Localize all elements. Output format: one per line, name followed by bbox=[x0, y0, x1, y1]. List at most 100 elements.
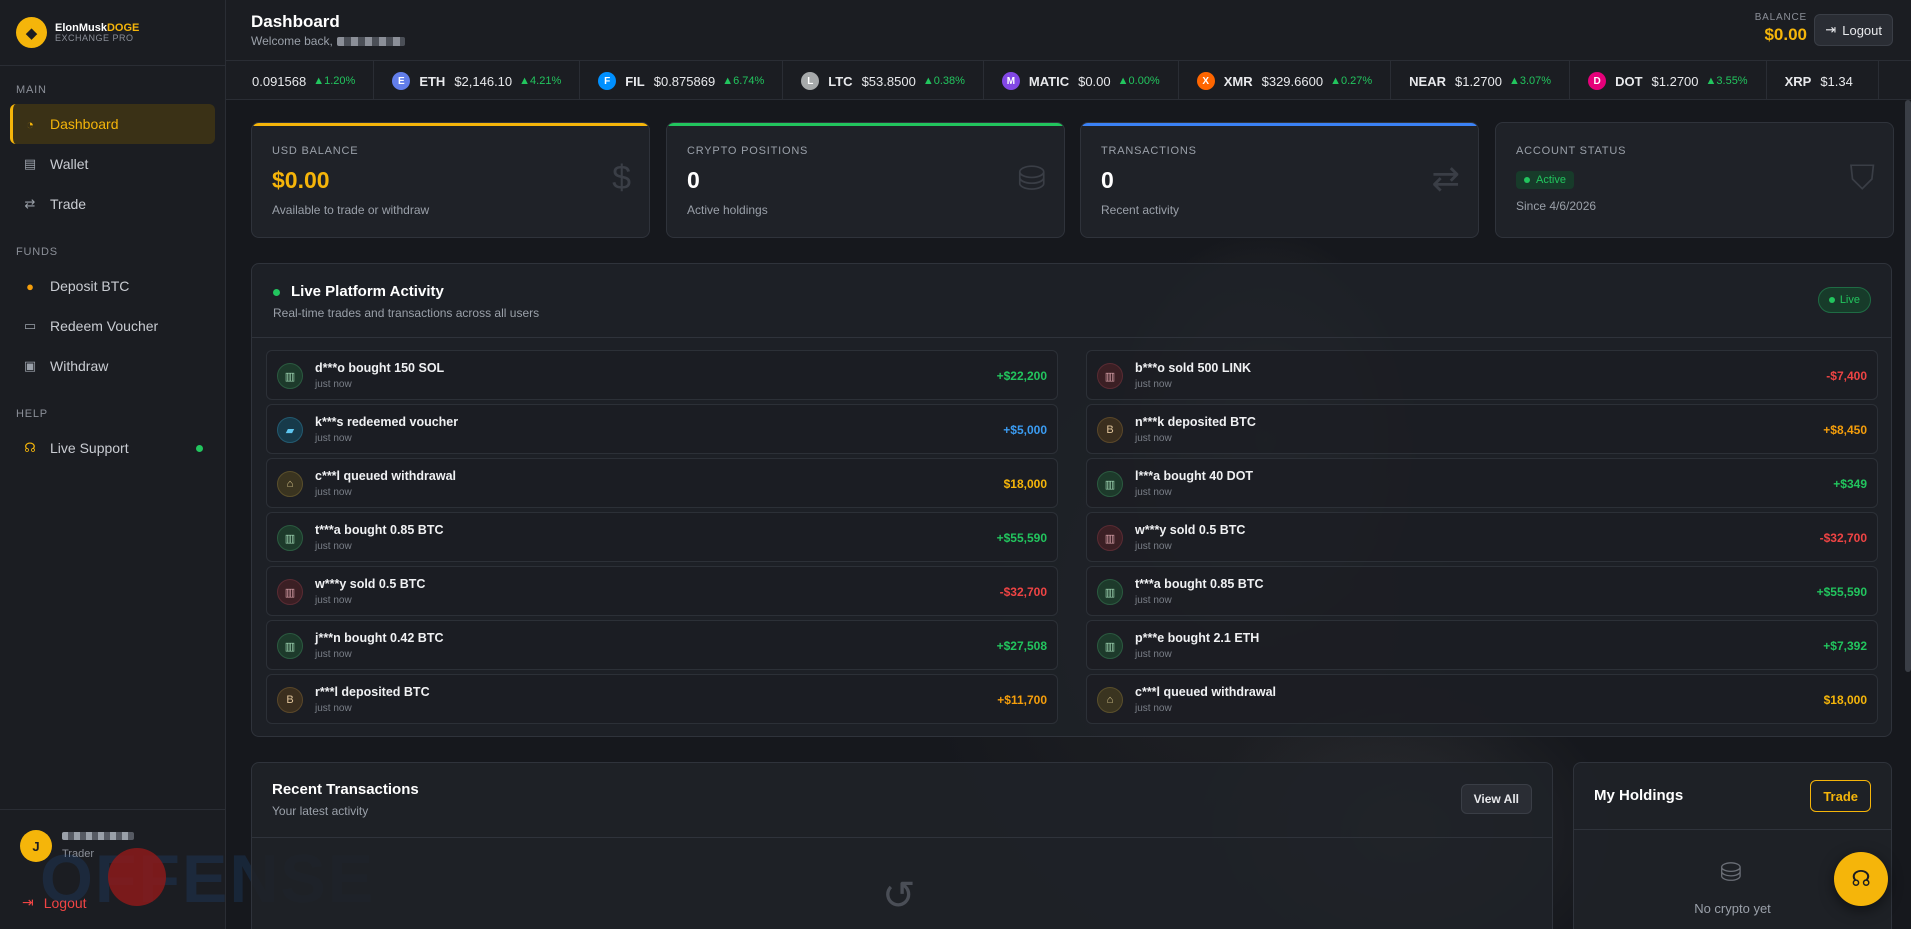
nav-section-title: MAIN bbox=[16, 84, 47, 96]
ticker-price: $1.2700 bbox=[1454, 73, 1502, 89]
ticker-change: ▲3.07% bbox=[1508, 75, 1552, 87]
stat-value: $0.00 bbox=[272, 167, 330, 193]
activity-amount: +$55,590 bbox=[996, 531, 1047, 545]
online-indicator bbox=[196, 444, 203, 452]
activity-amount: -$7,400 bbox=[1826, 369, 1867, 383]
ticker-price: $0.00 bbox=[1078, 73, 1111, 89]
logout-icon: ⇥ bbox=[1825, 22, 1837, 37]
live-activity-panel: Live Platform Activity Real-time trades … bbox=[251, 263, 1892, 737]
activity-row: ⌂ c***l queued withdrawal just now $18,000 bbox=[266, 458, 1058, 508]
ticker-symbol: LTC bbox=[828, 73, 853, 89]
ticker-price: $1.34 bbox=[1820, 73, 1853, 89]
buy-icon: ▥ bbox=[277, 363, 303, 389]
sidebar-item-trade[interactable]: ⇄ Trade bbox=[10, 184, 215, 224]
buy-icon: ▥ bbox=[277, 633, 303, 659]
activity-text: j***n bought 0.42 BTC bbox=[315, 631, 444, 645]
ticker-change: ▲1.20% bbox=[313, 75, 356, 87]
trade-button[interactable]: Trade bbox=[1810, 780, 1871, 812]
ticker-symbol: XMR bbox=[1223, 73, 1253, 89]
activity-text: c***l queued withdrawal bbox=[1135, 685, 1277, 699]
stat-value: 0 bbox=[687, 167, 700, 193]
withdraw-icon: ⌂ bbox=[277, 471, 303, 497]
sidebar-item-label: Deposit BTC bbox=[50, 278, 130, 294]
buy-icon: ▥ bbox=[1097, 579, 1123, 605]
coin-icon: M bbox=[1001, 72, 1020, 90]
sidebar-item-deposit-btc[interactable]: ● Deposit BTC bbox=[10, 266, 215, 306]
buy-icon: ▥ bbox=[1097, 633, 1123, 659]
balance-label: BALANCE bbox=[1754, 12, 1807, 23]
activity-text: w***y sold 0.5 BTC bbox=[1135, 523, 1246, 537]
ticker-change: ▲0.00% bbox=[1117, 75, 1160, 87]
activity-text: n***k deposited BTC bbox=[1135, 415, 1256, 429]
activity-time: just now bbox=[1135, 541, 1172, 552]
activity-time: just now bbox=[315, 487, 352, 498]
activity-row: ▥ w***y sold 0.5 BTC just now -$32,700 bbox=[1086, 512, 1878, 562]
activity-time: just now bbox=[315, 541, 352, 552]
activity-amount: $18,000 bbox=[1823, 693, 1867, 707]
voucher-icon: ▭ bbox=[23, 318, 37, 333]
ticker-track: 0.091568 ▲1.20% E ETH $2,146.10 ▲4.21% F FIL $0.… bbox=[234, 61, 1879, 99]
activity-row: ▥ t***a bought 0.85 BTC just now +$55,590 bbox=[1086, 566, 1878, 616]
ticker-symbol: FIL bbox=[625, 73, 645, 89]
sidebar-item-withdraw[interactable]: ▣ Withdraw bbox=[10, 346, 215, 386]
activity-amount: +$8,450 bbox=[1823, 423, 1867, 437]
my-holdings-panel: My Holdings Trade ⛁ No crypto yet bbox=[1573, 762, 1892, 929]
activity-time: just now bbox=[1135, 487, 1172, 498]
activity-text: c***l queued withdrawal bbox=[315, 469, 457, 483]
sidebar-logout-link[interactable]: ⇥ Logout bbox=[22, 894, 87, 911]
activity-time: just now bbox=[315, 379, 352, 390]
buy-icon: ▥ bbox=[1097, 471, 1123, 497]
balance-value: $0.00 bbox=[1764, 25, 1807, 44]
activity-amount: +$5,000 bbox=[1003, 423, 1047, 437]
empty-holdings-text: No crypto yet bbox=[1694, 901, 1771, 916]
trade-arrows-icon: ⇄ bbox=[24, 196, 36, 211]
ticker-item: NEAR $1.2700 ▲3.07% bbox=[1391, 61, 1571, 99]
ticker-item: F FIL $0.875869 ▲6.74% bbox=[580, 61, 784, 99]
status-since: Since 4/6/2026 bbox=[1516, 199, 1597, 213]
activity-amount: $18,000 bbox=[1003, 477, 1047, 491]
sidebar-item-wallet[interactable]: ▤ Wallet bbox=[10, 144, 215, 184]
sidebar-item-redeem-voucher[interactable]: ▭ Redeem Voucher bbox=[10, 306, 215, 346]
withdraw-icon: ▣ bbox=[23, 358, 37, 373]
ticker-change: ▲0.38% bbox=[922, 75, 965, 87]
history-icon: ↺ bbox=[882, 874, 916, 918]
activity-row: ⌂ c***l queued withdrawal just now $18,000 bbox=[1086, 674, 1878, 724]
activity-amount: -$32,700 bbox=[999, 585, 1047, 599]
stat-sub: Recent activity bbox=[1101, 203, 1180, 217]
activity-time: just now bbox=[1135, 433, 1172, 444]
activity-row: Br***l deposited BTC just now +$11,700 bbox=[266, 674, 1058, 724]
ticker-symbol: DOT bbox=[1615, 73, 1643, 89]
view-all-button[interactable]: View All bbox=[1460, 784, 1532, 814]
headset-icon: ☊ bbox=[24, 440, 36, 455]
recent-transactions-panel: Recent Transactions Your latest activity… bbox=[251, 762, 1553, 929]
logout-button[interactable]: ⇥ Logout bbox=[1814, 14, 1893, 46]
sidebar-item-label: Dashboard bbox=[50, 116, 119, 132]
coins-icon: ⛁ bbox=[1720, 857, 1742, 887]
logout-label: Logout bbox=[43, 894, 87, 911]
ticker-item: L LTC $53.8500 ▲0.38% bbox=[783, 61, 984, 99]
sidebar-item-dashboard[interactable]: ◔ Dashboard bbox=[10, 104, 215, 144]
recent-subtitle: Your latest activity bbox=[272, 804, 369, 818]
activity-row: ▥ d***o bought 150 SOL just now +$22,200 bbox=[266, 350, 1058, 400]
bitcoin-icon: ● bbox=[26, 278, 34, 294]
activity-row: ▥ p***e bought 2.1 ETH just now +$7,392 bbox=[1086, 620, 1878, 670]
stat-label: USD BALANCE bbox=[272, 145, 359, 157]
dollar-icon: $ bbox=[612, 159, 631, 197]
withdraw-icon: ⌂ bbox=[1097, 687, 1123, 713]
sidebar-item-live-support[interactable]: ☊ Live Support bbox=[10, 428, 215, 468]
ticker-item: E ETH $2,146.10 ▲4.21% bbox=[374, 61, 581, 99]
exchange-icon: ⇄ bbox=[1431, 160, 1461, 198]
live-dot bbox=[273, 289, 280, 296]
stat-sub: Available to trade or withdraw bbox=[272, 203, 430, 217]
ticker-price: $1.2700 bbox=[1651, 73, 1699, 89]
activity-amount: -$32,700 bbox=[1819, 531, 1867, 545]
scrollbar[interactable] bbox=[1905, 100, 1911, 672]
crypto-positions-card: CRYPTO POSITIONS 0 Active holdings ⛁ bbox=[666, 122, 1065, 238]
live-support-button[interactable]: ☊ bbox=[1834, 852, 1888, 906]
brand[interactable]: ◆ ElonMuskDOGE EXCHANGE PRO bbox=[0, 0, 225, 66]
ticker-item: D DOT $1.2700 ▲3.55% bbox=[1570, 61, 1767, 99]
activity-time: just now bbox=[315, 703, 352, 714]
coin-icon: E bbox=[392, 72, 411, 90]
coins-icon: ⛁ bbox=[1017, 160, 1047, 198]
activity-time: just now bbox=[1135, 379, 1172, 390]
